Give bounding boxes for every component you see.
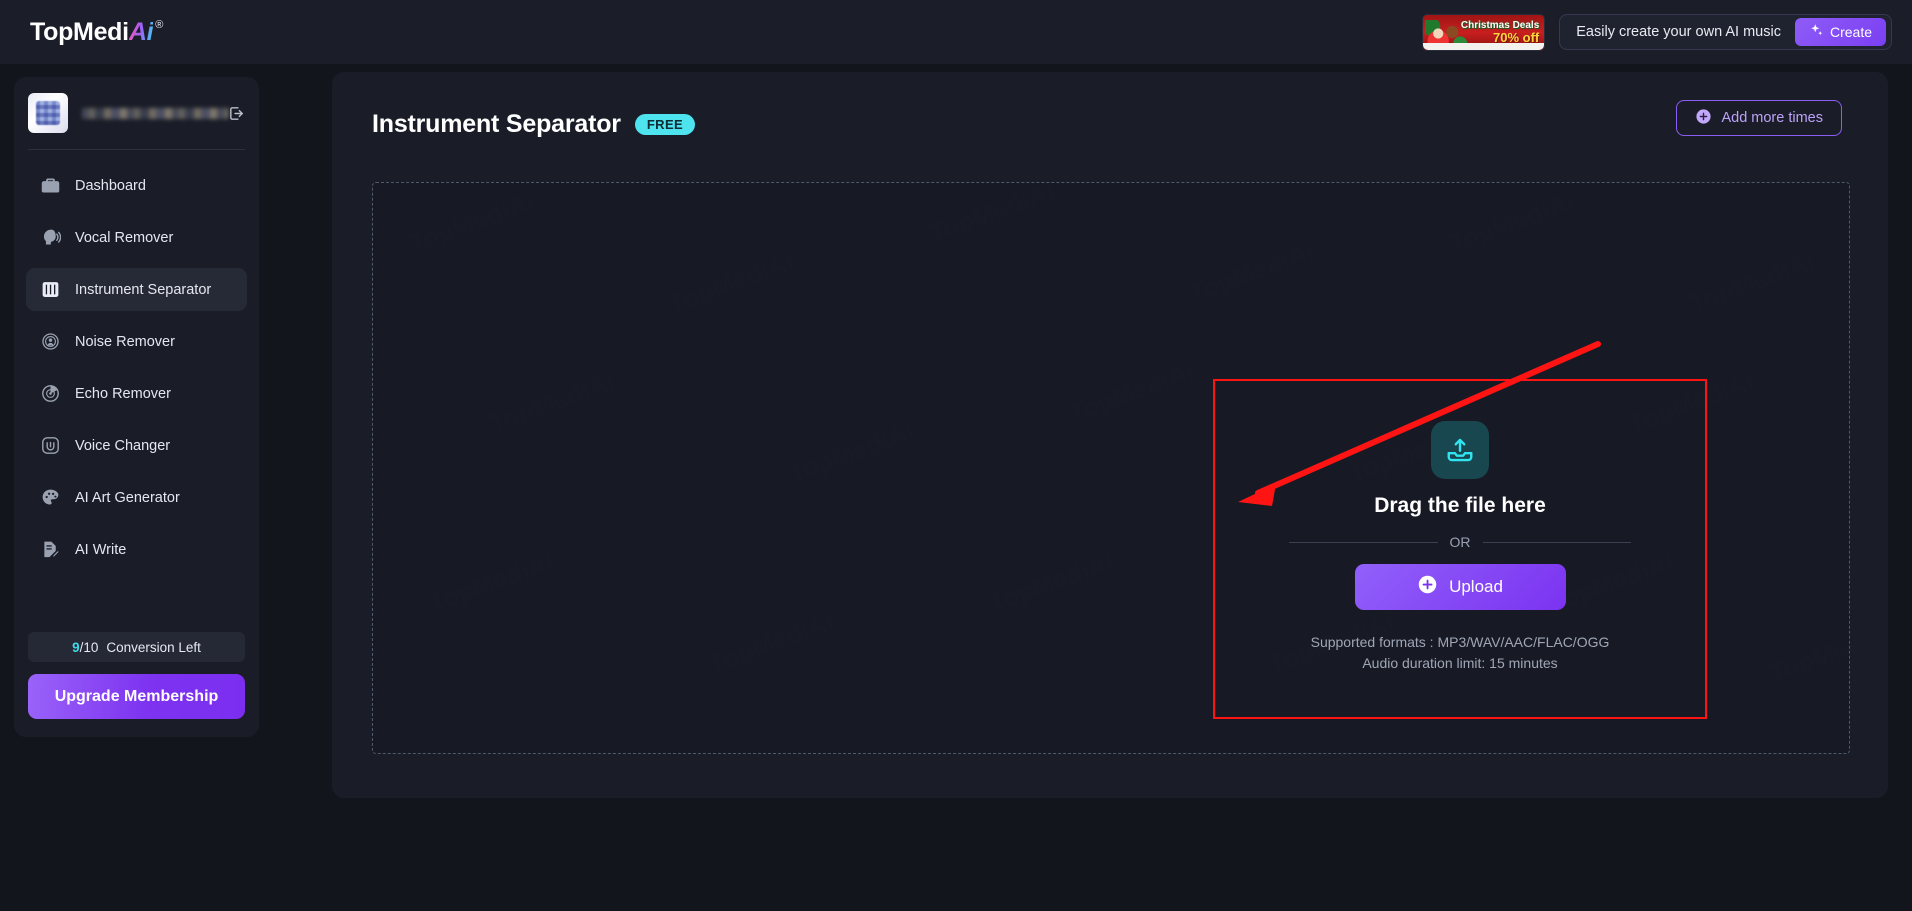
svg-text:TopMediAi: TopMediAi (785, 416, 918, 489)
upload-tray-icon (1431, 421, 1489, 479)
piano-keys-icon (40, 279, 61, 300)
sidebar-item-label: Noise Remover (75, 333, 175, 350)
sidebar-item-dashboard[interactable]: Dashboard (26, 164, 247, 207)
sidebar-item-label: AI Write (75, 541, 127, 558)
svg-text:TopMediAi: TopMediAi (1445, 186, 1578, 259)
or-line-right (1482, 541, 1631, 543)
sidebar-item-voice-changer[interactable]: Voice Changer (26, 424, 247, 467)
christmas-banner-line2: 70% off (1493, 29, 1540, 45)
echo-radar-icon (40, 383, 61, 404)
sidebar-item-instrument-separator[interactable]: Instrument Separator (26, 268, 247, 311)
conversion-total: /10 (79, 639, 99, 655)
conversion-used: 9 (72, 639, 80, 655)
plus-circle-icon (1417, 574, 1438, 600)
sidebar-item-echo-remover[interactable]: Echo Remover (26, 372, 247, 415)
svg-text:TopMediAi: TopMediAi (985, 546, 1118, 619)
sidebar-item-label: AI Art Generator (75, 489, 180, 506)
sidebar-item-label: Dashboard (75, 177, 146, 194)
svg-text:TopMediAi: TopMediAi (705, 606, 838, 679)
sidebar-nav: Dashboard Vocal Remover Instrument Separ… (14, 150, 259, 571)
palette-icon (40, 487, 61, 508)
upgrade-membership-button[interactable]: Upgrade Membership (28, 674, 245, 719)
avatar[interactable] (28, 93, 68, 133)
head-soundwave-icon (40, 227, 62, 248)
sparkles-icon (1809, 23, 1824, 41)
plus-circle-icon (1695, 108, 1712, 129)
create-button-label: Create (1829, 24, 1872, 40)
sidebar-item-label: Voice Changer (75, 437, 171, 454)
christmas-banner-line1: Christmas Deals (1460, 19, 1540, 31)
svg-text:TopMediAi: TopMediAi (1765, 616, 1849, 689)
sidebar-item-vocal-remover[interactable]: Vocal Remover (26, 216, 247, 259)
logo-text-main: TopMedi (30, 17, 129, 46)
registered-trademark-icon: ® (155, 18, 164, 31)
svg-text:TopMediAi: TopMediAi (485, 366, 618, 439)
conversion-left-badge: 9/10 Conversion Left (28, 632, 245, 662)
add-more-times-button[interactable]: Add more times (1676, 100, 1842, 136)
svg-text:TopMediAi: TopMediAi (1685, 246, 1818, 319)
upload-button-label: Upload (1449, 577, 1503, 596)
svg-text:TopMediAi: TopMediAi (925, 183, 1058, 249)
promo-text: Easily create your own AI music (1576, 24, 1781, 40)
add-more-times-label: Add more times (1721, 110, 1823, 126)
or-line-left (1289, 541, 1438, 543)
or-divider: OR (1289, 534, 1631, 550)
sidebar-footer: 9/10 Conversion Left Upgrade Membership (14, 632, 259, 737)
christmas-deals-banner[interactable]: Christmas Deals 70% off (1422, 13, 1546, 51)
sidebar: Dashboard Vocal Remover Instrument Separ… (14, 77, 259, 737)
svg-text:TopMediAi: TopMediAi (1185, 236, 1318, 309)
logo-text-ai: Ai (128, 17, 154, 46)
svg-text:TopMediAi: TopMediAi (405, 186, 538, 259)
highlight-box: Drag the file here OR Upload Supported f… (1213, 379, 1707, 719)
briefcase-icon (40, 175, 61, 196)
noise-person-icon (40, 331, 61, 352)
main-header: Instrument Separator FREE Add more times (332, 72, 1888, 139)
ai-music-promo-bar: Easily create your own AI music Create (1559, 14, 1892, 50)
sidebar-item-label: Instrument Separator (75, 281, 212, 298)
svg-text:TopMediAi: TopMediAi (665, 246, 798, 319)
sidebar-item-noise-remover[interactable]: Noise Remover (26, 320, 247, 363)
or-text: OR (1449, 534, 1471, 550)
user-profile-row[interactable] (14, 77, 259, 149)
sidebar-item-ai-art-generator[interactable]: AI Art Generator (26, 476, 247, 519)
sidebar-item-ai-write[interactable]: AI Write (26, 528, 247, 571)
svg-text:TopMediAi: TopMediAi (425, 546, 558, 619)
create-button[interactable]: Create (1794, 18, 1886, 46)
voice-changer-icon (40, 435, 61, 456)
sidebar-item-label: Echo Remover (75, 385, 171, 402)
app-logo[interactable]: TopMedi Ai ® (30, 18, 163, 47)
username-redacted (82, 107, 229, 119)
sidebar-item-label: Vocal Remover (75, 229, 174, 246)
main-panel: Instrument Separator FREE Add more times… (332, 72, 1888, 798)
free-badge: FREE (634, 114, 696, 135)
logout-icon[interactable] (228, 105, 245, 127)
duration-limit-text: Audio duration limit: 15 minutes (1362, 655, 1558, 671)
supported-formats-text: Supported formats : MP3/WAV/AAC/FLAC/OGG (1310, 634, 1610, 650)
upload-button[interactable]: Upload (1354, 564, 1566, 610)
top-bar-right: Christmas Deals 70% off Easily create yo… (1422, 0, 1892, 64)
page-title: Instrument Separator (372, 110, 621, 138)
conversion-left-label: Conversion Left (106, 639, 201, 655)
conversion-count: 9/10 (72, 640, 98, 655)
document-pen-icon (40, 539, 61, 560)
drag-file-title: Drag the file here (1374, 494, 1546, 517)
top-bar: TopMedi Ai ® Christmas Deals 70% off Easil… (0, 0, 1912, 64)
svg-text:TopMediAi: TopMediAi (1065, 356, 1198, 429)
